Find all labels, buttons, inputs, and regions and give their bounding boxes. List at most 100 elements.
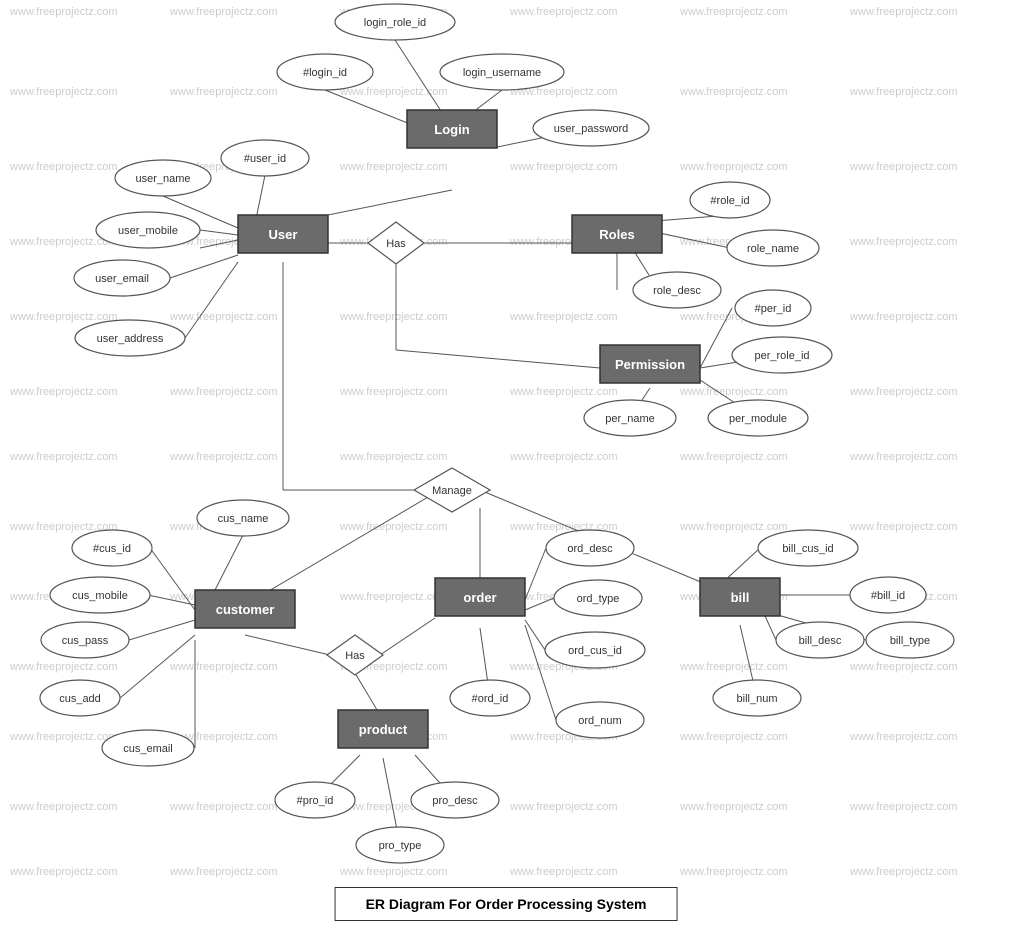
svg-text:www.freeprojectz.com: www.freeprojectz.com — [849, 731, 958, 743]
svg-text:www.freeprojectz.com: www.freeprojectz.com — [509, 161, 618, 173]
svg-text:bill_desc: bill_desc — [799, 635, 842, 647]
svg-text:www.freeprojectz.com: www.freeprojectz.com — [169, 86, 278, 98]
svg-text:bill_num: bill_num — [737, 693, 778, 705]
svg-text:user_mobile: user_mobile — [118, 225, 178, 237]
svg-text:#ord_id: #ord_id — [472, 693, 509, 705]
svg-text:cus_mobile: cus_mobile — [72, 590, 128, 602]
svg-text:www.freeprojectz.com: www.freeprojectz.com — [509, 6, 618, 18]
svg-text:login_username: login_username — [463, 67, 541, 79]
svg-text:www.freeprojectz.com: www.freeprojectz.com — [509, 311, 618, 323]
svg-text:www.freeprojectz.com: www.freeprojectz.com — [9, 386, 118, 398]
svg-text:login_role_id: login_role_id — [364, 17, 426, 29]
svg-text:www.freeprojectz.com: www.freeprojectz.com — [679, 521, 788, 533]
svg-text:www.freeprojectz.com: www.freeprojectz.com — [169, 866, 278, 878]
svg-text:www.freeprojectz.com: www.freeprojectz.com — [679, 451, 788, 463]
svg-text:cus_pass: cus_pass — [62, 635, 109, 647]
svg-text:www.freeprojectz.com: www.freeprojectz.com — [509, 801, 618, 813]
svg-text:www.freeprojectz.com: www.freeprojectz.com — [849, 161, 958, 173]
svg-text:#login_id: #login_id — [303, 67, 347, 79]
svg-text:www.freeprojectz.com: www.freeprojectz.com — [849, 311, 958, 323]
svg-text:order: order — [463, 590, 496, 605]
svg-text:www.freeprojectz.com: www.freeprojectz.com — [849, 661, 958, 673]
svg-text:www.freeprojectz.com: www.freeprojectz.com — [679, 386, 788, 398]
svg-text:www.freeprojectz.com: www.freeprojectz.com — [509, 451, 618, 463]
svg-text:www.freeprojectz.com: www.freeprojectz.com — [849, 86, 958, 98]
svg-text:Has: Has — [386, 238, 406, 250]
svg-text:www.freeprojectz.com: www.freeprojectz.com — [849, 236, 958, 248]
svg-text:ord_num: ord_num — [578, 715, 621, 727]
svg-text:bill_type: bill_type — [890, 635, 930, 647]
svg-text:cus_add: cus_add — [59, 693, 101, 705]
svg-text:www.freeprojectz.com: www.freeprojectz.com — [339, 311, 448, 323]
svg-text:www.freeprojectz.com: www.freeprojectz.com — [679, 86, 788, 98]
svg-text:www.freeprojectz.com: www.freeprojectz.com — [849, 6, 958, 18]
svg-text:#user_id: #user_id — [244, 153, 286, 165]
svg-text:User: User — [269, 227, 298, 242]
svg-text:ord_cus_id: ord_cus_id — [568, 645, 622, 657]
svg-text:cus_name: cus_name — [218, 513, 269, 525]
svg-text:www.freeprojectz.com: www.freeprojectz.com — [339, 386, 448, 398]
svg-text:www.freeprojectz.com: www.freeprojectz.com — [679, 161, 788, 173]
svg-text:per_role_id: per_role_id — [754, 350, 809, 362]
svg-text:www.freeprojectz.com: www.freeprojectz.com — [679, 731, 788, 743]
svg-text:www.freeprojectz.com: www.freeprojectz.com — [339, 161, 448, 173]
title-text: ER Diagram For Order Processing System — [366, 896, 647, 912]
svg-text:customer: customer — [216, 602, 275, 617]
svg-text:www.freeprojectz.com: www.freeprojectz.com — [339, 591, 448, 603]
svg-text:www.freeprojectz.com: www.freeprojectz.com — [849, 801, 958, 813]
svg-text:www.freeprojectz.com: www.freeprojectz.com — [169, 6, 278, 18]
svg-text:www.freeprojectz.com: www.freeprojectz.com — [9, 311, 118, 323]
svg-text:Permission: Permission — [615, 357, 685, 372]
svg-text:product: product — [359, 722, 408, 737]
svg-text:www.freeprojectz.com: www.freeprojectz.com — [679, 866, 788, 878]
svg-text:www.freeprojectz.com: www.freeprojectz.com — [169, 451, 278, 463]
svg-text:www.freeprojectz.com: www.freeprojectz.com — [9, 161, 118, 173]
svg-text:www.freeprojectz.com: www.freeprojectz.com — [169, 386, 278, 398]
svg-text:cus_email: cus_email — [123, 743, 173, 755]
svg-text:user_name: user_name — [135, 173, 190, 185]
svg-text:www.freeprojectz.com: www.freeprojectz.com — [9, 801, 118, 813]
svg-text:www.freeprojectz.com: www.freeprojectz.com — [9, 731, 118, 743]
svg-text:www.freeprojectz.com: www.freeprojectz.com — [849, 386, 958, 398]
svg-text:Roles: Roles — [599, 227, 634, 242]
svg-text:www.freeprojectz.com: www.freeprojectz.com — [679, 801, 788, 813]
svg-text:www.freeprojectz.com: www.freeprojectz.com — [9, 866, 118, 878]
svg-text:user_password: user_password — [554, 123, 629, 135]
svg-text:www.freeprojectz.com: www.freeprojectz.com — [9, 451, 118, 463]
svg-text:Has: Has — [345, 650, 365, 662]
svg-text:pro_type: pro_type — [379, 840, 422, 852]
svg-text:per_name: per_name — [605, 413, 655, 425]
svg-text:bill: bill — [731, 590, 750, 605]
svg-text:www.freeprojectz.com: www.freeprojectz.com — [679, 661, 788, 673]
svg-text:www.freeprojectz.com: www.freeprojectz.com — [509, 866, 618, 878]
svg-text:www.freeprojectz.com: www.freeprojectz.com — [849, 866, 958, 878]
svg-text:ord_desc: ord_desc — [567, 543, 613, 555]
svg-text:#cus_id: #cus_id — [93, 543, 131, 555]
svg-text:www.freeprojectz.com: www.freeprojectz.com — [849, 451, 958, 463]
svg-text:#role_id: #role_id — [710, 195, 749, 207]
svg-text:#per_id: #per_id — [755, 303, 792, 315]
svg-text:www.freeprojectz.com: www.freeprojectz.com — [9, 661, 118, 673]
svg-text:user_address: user_address — [97, 333, 164, 345]
svg-text:role_name: role_name — [747, 243, 799, 255]
svg-text:www.freeprojectz.com: www.freeprojectz.com — [169, 801, 278, 813]
svg-text:www.freeprojectz.com: www.freeprojectz.com — [509, 386, 618, 398]
svg-text:www.freeprojectz.com: www.freeprojectz.com — [679, 6, 788, 18]
svg-text:www.freeprojectz.com: www.freeprojectz.com — [169, 311, 278, 323]
svg-text:www.freeprojectz.com: www.freeprojectz.com — [9, 6, 118, 18]
svg-text:bill_cus_id: bill_cus_id — [782, 543, 833, 555]
svg-text:www.freeprojectz.com: www.freeprojectz.com — [9, 86, 118, 98]
svg-text:ord_type: ord_type — [577, 593, 620, 605]
svg-text:user_email: user_email — [95, 273, 149, 285]
svg-text:www.freeprojectz.com: www.freeprojectz.com — [849, 521, 958, 533]
svg-text:Login: Login — [434, 122, 469, 137]
svg-text:role_desc: role_desc — [653, 285, 701, 297]
svg-text:#bill_id: #bill_id — [871, 590, 905, 602]
diagram-title: ER Diagram For Order Processing System — [335, 887, 678, 921]
svg-text:www.freeprojectz.com: www.freeprojectz.com — [339, 866, 448, 878]
svg-text:per_module: per_module — [729, 413, 787, 425]
svg-text:#pro_id: #pro_id — [297, 795, 334, 807]
svg-text:pro_desc: pro_desc — [432, 795, 478, 807]
svg-text:www.freeprojectz.com: www.freeprojectz.com — [169, 661, 278, 673]
svg-text:www.freeprojectz.com: www.freeprojectz.com — [339, 521, 448, 533]
